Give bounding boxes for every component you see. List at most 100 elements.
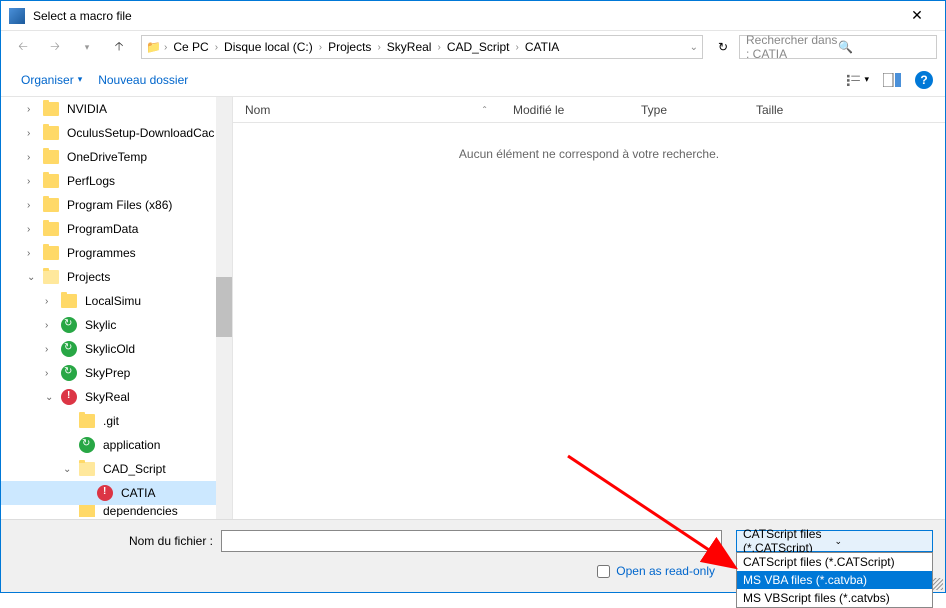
toolbar: Organiser ▾ Nouveau dossier ▾ ? xyxy=(1,63,945,97)
expander-icon[interactable]: › xyxy=(27,152,39,163)
tree-item[interactable]: ›NVIDIA xyxy=(1,97,216,121)
chevron-icon: › xyxy=(377,42,380,53)
tree-item[interactable]: › Programmes xyxy=(1,241,216,265)
window-title: Select a macro file xyxy=(33,9,897,23)
folder-icon xyxy=(79,414,95,428)
tree-item[interactable]: CATIA xyxy=(1,481,216,505)
column-name[interactable]: Nom ⌃ xyxy=(233,103,501,117)
expander-icon[interactable]: › xyxy=(45,296,57,307)
tree-item-label: SkylicOld xyxy=(85,342,135,356)
tree-item-label: PerfLogs xyxy=(67,174,115,188)
sync-badge-icon xyxy=(61,341,77,357)
sort-indicator: ⌃ xyxy=(481,105,488,114)
breadcrumb-item[interactable]: CAD_Script xyxy=(443,40,514,54)
tree-item[interactable]: dependencies xyxy=(1,505,216,517)
tree-item[interactable]: ⌄ Projects xyxy=(1,265,216,289)
tree-item-label: CAD_Script xyxy=(103,462,166,476)
filetype-option[interactable]: MS VBScript files (*.catvbs) xyxy=(737,589,932,607)
sync-badge-icon xyxy=(79,437,95,453)
chevron-icon: › xyxy=(215,42,218,53)
tree-item[interactable]: › OculusSetup-DownloadCac xyxy=(1,121,216,145)
filetype-selected: CATScript files (*.CATScript) xyxy=(743,527,835,555)
error-badge-icon xyxy=(61,389,77,405)
app-icon xyxy=(9,8,25,24)
breadcrumb-item[interactable]: Ce PC xyxy=(169,40,212,54)
breadcrumb-bar[interactable]: 📁 › Ce PC › Disque local (C:) › Projects… xyxy=(141,35,703,59)
close-button[interactable]: ✕ xyxy=(897,7,937,24)
expander-icon[interactable]: › xyxy=(27,176,39,187)
tree-item[interactable]: › ProgramData xyxy=(1,217,216,241)
filename-input[interactable] xyxy=(221,530,722,552)
tree-item[interactable]: › PerfLogs xyxy=(1,169,216,193)
folder-icon xyxy=(43,246,59,260)
tree-item[interactable]: ›LocalSimu xyxy=(1,289,216,313)
column-type[interactable]: Type xyxy=(629,103,744,117)
column-modified[interactable]: Modifié le xyxy=(501,103,629,117)
view-options-button[interactable]: ▾ xyxy=(847,69,869,91)
titlebar: Select a macro file ✕ xyxy=(1,1,945,31)
expander-icon[interactable]: › xyxy=(27,200,39,211)
filetype-option[interactable]: CATScript files (*.CATScript) xyxy=(737,553,932,571)
folder-icon xyxy=(43,174,59,188)
tree-item-label: OculusSetup-DownloadCac xyxy=(67,126,214,140)
expander-icon[interactable]: › xyxy=(27,104,39,115)
folder-icon xyxy=(79,462,95,476)
filetype-option[interactable]: MS VBA files (*.catvba) xyxy=(737,571,932,589)
breadcrumb-item[interactable]: Projects xyxy=(324,40,375,54)
breadcrumb-item[interactable]: SkyReal xyxy=(383,40,436,54)
tree-item-label: Skylic xyxy=(85,318,116,332)
expander-icon[interactable]: › xyxy=(27,224,39,235)
chevron-icon: › xyxy=(437,42,440,53)
expander-icon[interactable]: ⌄ xyxy=(63,464,75,475)
back-button[interactable]: 🡠 xyxy=(9,35,37,59)
tree-item[interactable]: › Skylic xyxy=(1,313,216,337)
folder-icon: 📁 xyxy=(146,40,162,54)
readonly-label: Open as read-only xyxy=(616,564,715,578)
expander-icon[interactable]: › xyxy=(45,344,57,355)
expander-icon[interactable]: ⌄ xyxy=(45,392,57,403)
tree-item[interactable]: ⌄ CAD_Script xyxy=(1,457,216,481)
tree-item[interactable]: ›OneDriveTemp xyxy=(1,145,216,169)
readonly-checkbox[interactable] xyxy=(597,565,610,578)
folder-icon xyxy=(43,270,59,284)
organize-button[interactable]: Organiser ▾ xyxy=(13,69,90,91)
tree-item[interactable]: ›SkyPrep xyxy=(1,361,216,385)
new-folder-button[interactable]: Nouveau dossier xyxy=(90,69,196,91)
chevron-down-icon[interactable]: ⌄ xyxy=(690,42,698,53)
tree-item-label: application xyxy=(103,438,160,452)
help-button[interactable]: ? xyxy=(915,71,933,89)
breadcrumb-item[interactable]: CATIA xyxy=(521,40,563,54)
preview-pane-button[interactable] xyxy=(881,69,903,91)
filetype-select[interactable]: CATScript files (*.CATScript) ⌄ xyxy=(736,530,933,552)
tree-item[interactable]: application xyxy=(1,433,216,457)
filename-label: Nom du fichier : xyxy=(13,534,213,548)
tree-item-label: Programmes xyxy=(67,246,136,260)
forward-button[interactable]: 🡢 xyxy=(41,35,69,59)
up-button[interactable]: 🡡 xyxy=(105,35,133,59)
folder-icon xyxy=(43,222,59,236)
expander-icon[interactable]: › xyxy=(27,248,39,259)
scrollbar-thumb[interactable] xyxy=(216,277,232,337)
recent-dropdown[interactable]: ▾ xyxy=(73,35,101,59)
expander-icon[interactable]: › xyxy=(27,128,39,139)
expander-icon[interactable]: › xyxy=(45,368,57,379)
folder-icon xyxy=(43,198,59,212)
tree-item-label: Projects xyxy=(67,270,110,284)
expander-icon[interactable]: ⌄ xyxy=(27,272,39,283)
chevron-icon: › xyxy=(319,42,322,53)
tree-item[interactable]: .git xyxy=(1,409,216,433)
chevron-down-icon: ▾ xyxy=(864,74,869,85)
tree-item[interactable]: ⌄SkyReal xyxy=(1,385,216,409)
expander-icon[interactable]: › xyxy=(45,320,57,331)
sync-badge-icon xyxy=(61,365,77,381)
tree-item[interactable]: › SkylicOld xyxy=(1,337,216,361)
folder-icon xyxy=(43,150,59,164)
column-size[interactable]: Taille xyxy=(744,103,824,117)
tree-item[interactable]: ›Program Files (x86) xyxy=(1,193,216,217)
breadcrumb-item[interactable]: Disque local (C:) xyxy=(220,40,317,54)
tree-item-label: ProgramData xyxy=(67,222,138,236)
search-input[interactable]: Rechercher dans : CATIA 🔍 xyxy=(739,35,937,59)
search-placeholder: Rechercher dans : CATIA xyxy=(746,33,838,61)
refresh-button[interactable]: ↻ xyxy=(711,35,735,59)
footer: Nom du fichier : CATScript files (*.CATS… xyxy=(1,519,945,592)
